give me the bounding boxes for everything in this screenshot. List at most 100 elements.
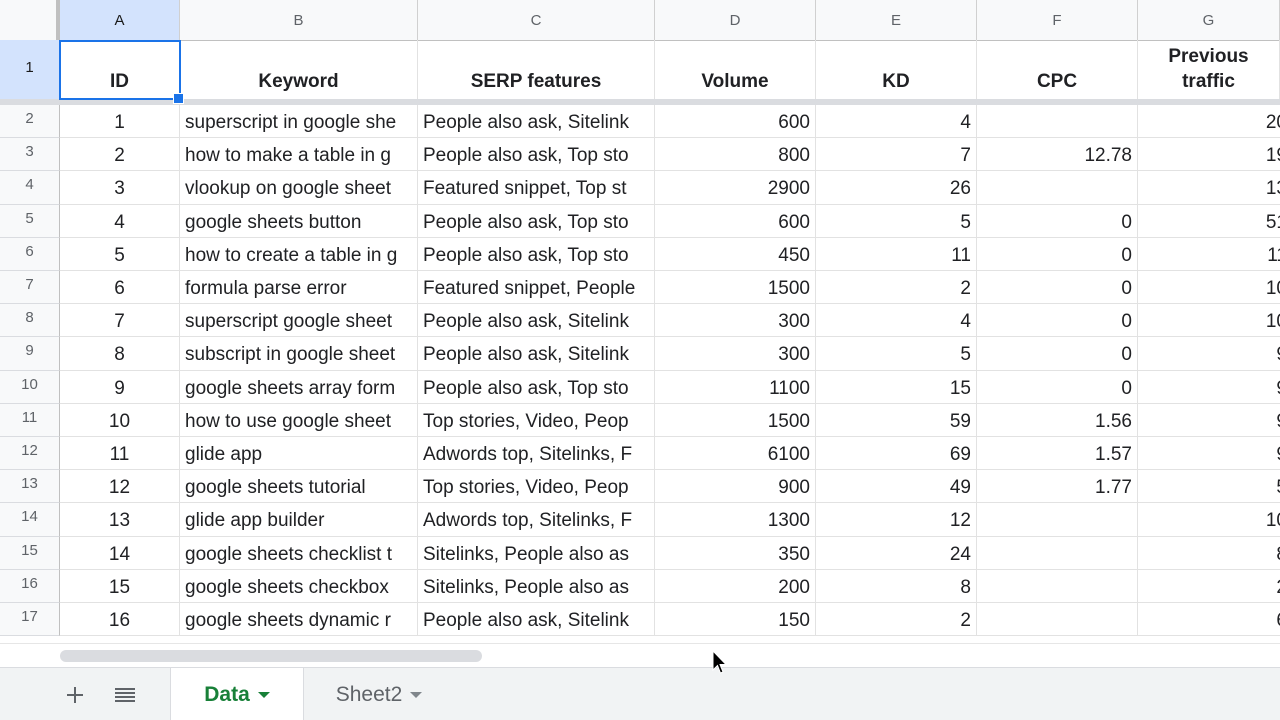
table-cell-volume[interactable]: 600 [655,204,816,238]
table-cell-serp[interactable]: Featured snippet, People [418,271,655,305]
table-cell-keyword[interactable]: formula parse error [180,271,418,305]
table-cell-cpc[interactable]: 12.78 [977,138,1138,172]
table-cell-prev[interactable]: 9 [1138,404,1280,437]
table-cell-keyword[interactable]: superscript in google she [180,105,418,139]
row-header[interactable]: 5 [0,204,60,238]
table-cell-cpc[interactable]: 0 [977,304,1138,338]
table-cell-id[interactable]: 3 [60,171,180,205]
table-cell-cpc[interactable]: 0 [977,204,1138,238]
fill-handle[interactable] [173,93,184,104]
column-header-g[interactable]: G [1138,0,1280,40]
all-sheets-button[interactable] [110,680,140,710]
header-cell-keyword[interactable]: Keyword [180,40,418,100]
table-cell-serp[interactable]: Featured snippet, Top st [418,171,655,205]
table-cell-volume[interactable]: 350 [655,536,816,570]
table-cell-serp[interactable]: Adwords top, Sitelinks, F [418,503,655,537]
table-cell-id[interactable]: 6 [60,271,180,305]
table-cell-prev[interactable]: 5 [1138,470,1280,504]
table-cell-prev[interactable]: 13 [1138,171,1280,205]
table-cell-kd[interactable]: 2 [816,271,977,305]
table-cell-keyword[interactable]: how to use google sheet [180,403,418,437]
row-header[interactable]: 11 [0,403,60,437]
table-cell-cpc[interactable]: 1.56 [977,403,1138,437]
table-cell-cpc[interactable]: 0 [977,237,1138,271]
table-cell-volume[interactable]: 1100 [655,370,816,404]
table-cell-kd[interactable]: 15 [816,370,977,404]
table-cell-serp[interactable]: Top stories, Video, Peop [418,403,655,437]
table-cell-keyword[interactable]: google sheets array form [180,370,418,404]
table-cell-volume[interactable]: 1300 [655,503,816,537]
table-cell-id[interactable]: 10 [60,403,180,437]
column-header-a[interactable]: A [60,0,180,40]
chevron-down-icon[interactable] [410,691,423,698]
table-cell-id[interactable]: 7 [60,304,180,338]
table-cell-id[interactable]: 12 [60,470,180,504]
row-header[interactable]: 15 [0,536,60,570]
table-cell-serp[interactable]: People also ask, Top sto [418,138,655,172]
row-header[interactable]: 3 [0,138,60,172]
table-cell-prev[interactable]: 51 [1138,205,1280,238]
row-header-1[interactable]: 1 [0,40,60,100]
table-cell-volume[interactable]: 450 [655,237,816,271]
column-header-d[interactable]: D [655,0,816,40]
header-cell-serp[interactable]: SERP features [418,40,655,100]
table-cell-keyword[interactable]: google sheets checkbox [180,569,418,603]
table-cell-volume[interactable]: 1500 [655,271,816,305]
table-cell-kd[interactable]: 8 [816,569,977,603]
row-header[interactable]: 10 [0,370,60,404]
table-cell-volume[interactable]: 600 [655,105,816,139]
table-cell-cpc[interactable] [977,503,1138,537]
table-cell-serp[interactable]: People also ask, Sitelink [418,304,655,338]
table-cell-prev[interactable]: 8 [1138,537,1280,570]
table-cell-keyword[interactable]: how to create a table in g [180,237,418,271]
row-header[interactable]: 16 [0,569,60,603]
table-cell-prev[interactable]: 10 [1138,503,1280,537]
table-cell-keyword[interactable]: google sheets tutorial [180,470,418,504]
table-cell-kd[interactable]: 4 [816,304,977,338]
table-cell-serp[interactable]: People also ask, Sitelink [418,603,655,637]
table-cell-prev[interactable]: 9 [1138,437,1280,471]
table-cell-kd[interactable]: 69 [816,437,977,471]
column-header-b[interactable]: B [180,0,418,40]
table-cell-kd[interactable]: 26 [816,171,977,205]
table-cell-kd[interactable]: 7 [816,138,977,172]
table-cell-volume[interactable]: 2900 [655,171,816,205]
table-cell-id[interactable]: 5 [60,237,180,271]
table-cell-prev[interactable]: 9 [1138,371,1280,404]
table-cell-prev[interactable]: 19 [1138,138,1280,172]
table-cell-id[interactable]: 8 [60,337,180,371]
table-cell-id[interactable]: 1 [60,105,180,139]
table-cell-cpc[interactable] [977,105,1138,139]
table-cell-id[interactable]: 13 [60,503,180,537]
add-sheet-button[interactable] [60,680,90,710]
table-cell-id[interactable]: 4 [60,204,180,238]
table-cell-prev[interactable]: 10 [1138,271,1280,305]
table-cell-volume[interactable]: 900 [655,470,816,504]
table-cell-prev[interactable]: 11 [1138,238,1280,271]
row-header[interactable]: 9 [0,337,60,371]
row-header[interactable]: 2 [0,105,60,139]
table-cell-kd[interactable]: 24 [816,536,977,570]
horizontal-scrollbar[interactable] [0,643,1280,668]
table-cell-cpc[interactable] [977,569,1138,603]
table-cell-id[interactable]: 16 [60,603,180,637]
header-cell-cpc[interactable]: CPC [977,40,1138,100]
table-cell-prev[interactable]: 6 [1138,603,1280,637]
table-cell-volume[interactable]: 6100 [655,437,816,471]
table-cell-kd[interactable]: 5 [816,204,977,238]
table-cell-cpc[interactable] [977,536,1138,570]
table-cell-cpc[interactable]: 0 [977,271,1138,305]
table-cell-cpc[interactable] [977,171,1138,205]
table-cell-prev[interactable]: 2 [1138,570,1280,603]
table-cell-serp[interactable]: Top stories, Video, Peop [418,470,655,504]
table-cell-volume[interactable]: 150 [655,603,816,637]
table-cell-keyword[interactable]: vlookup on google sheet [180,171,418,205]
tab-sheet2[interactable]: Sheet2 [312,668,446,720]
table-cell-id[interactable]: 15 [60,569,180,603]
row-header[interactable]: 4 [0,171,60,205]
table-cell-serp[interactable]: People also ask, Sitelink [418,105,655,139]
table-cell-volume[interactable]: 800 [655,138,816,172]
header-cell-id[interactable]: ID [60,40,180,100]
table-cell-cpc[interactable] [977,603,1138,637]
table-cell-serp[interactable]: People also ask, Sitelink [418,337,655,371]
